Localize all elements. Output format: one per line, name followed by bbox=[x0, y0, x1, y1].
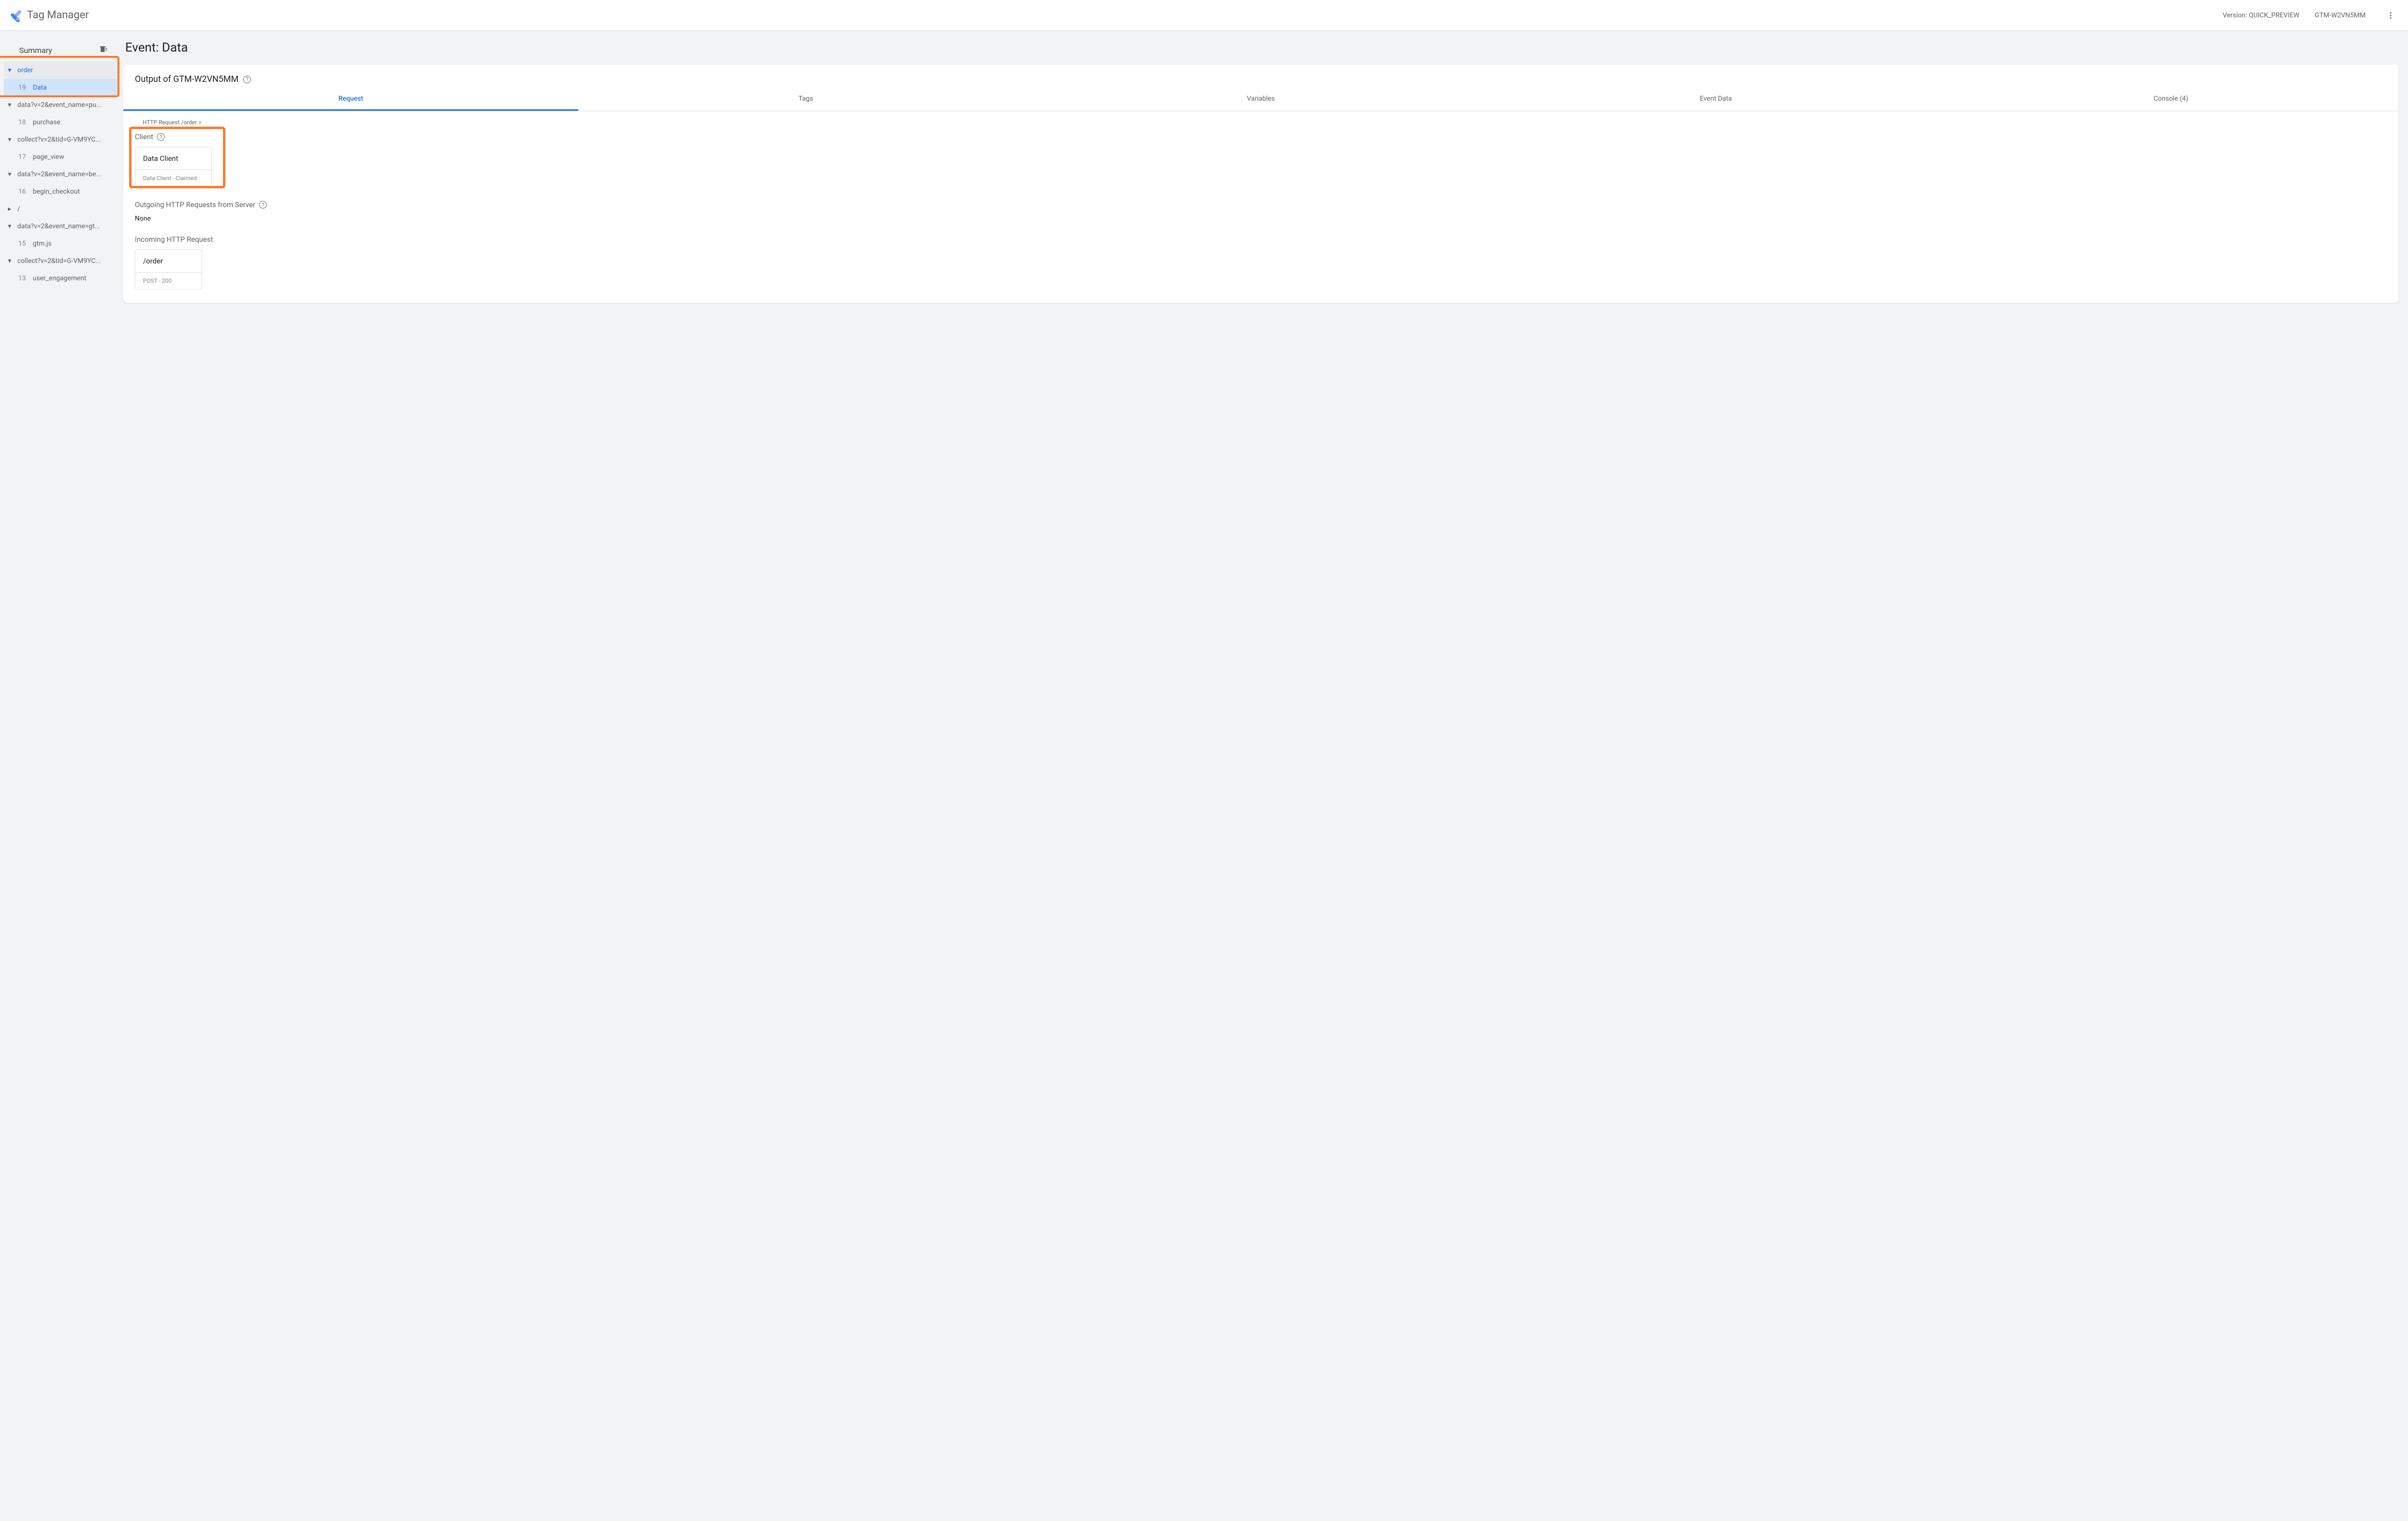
logo-wrap: Tag Manager bbox=[8, 9, 89, 22]
tree-child-num: 19 bbox=[18, 84, 28, 92]
tree-child[interactable]: 15 gtm.js bbox=[4, 235, 119, 252]
tree-parent-label: data?v=2&event_name=be... bbox=[17, 170, 102, 178]
tree-parent-label: data?v=2&event_name=pu... bbox=[17, 101, 102, 109]
tab-request[interactable]: Request bbox=[123, 88, 578, 111]
tree-child[interactable]: 16 begin_checkout bbox=[4, 183, 119, 200]
incoming-path: /order bbox=[135, 250, 202, 272]
container-id: GTM-W2VN5MM bbox=[2315, 12, 2366, 19]
caret-icon: ▸ bbox=[7, 205, 13, 213]
tree-child-num: 17 bbox=[18, 153, 28, 161]
caret-icon: ▾ bbox=[7, 257, 13, 265]
tree-child-num: 16 bbox=[18, 188, 28, 196]
caret-icon: ▾ bbox=[7, 66, 13, 74]
app-title: Tag Manager bbox=[27, 9, 89, 21]
client-card-status: Data Client - Claimed bbox=[135, 170, 211, 186]
event-title: Event: Data bbox=[125, 40, 2398, 55]
main-content: Event: Data Output of GTM-W2VN5MM ? Requ… bbox=[123, 31, 2408, 313]
caret-icon: ▾ bbox=[7, 223, 13, 230]
tree-parent-label: data?v=2&event_name=gt... bbox=[17, 223, 100, 230]
tab-tags[interactable]: Tags bbox=[578, 88, 1034, 111]
tree-parent[interactable]: ▾ data?v=2&event_name=be... bbox=[4, 166, 119, 183]
tree-child-label: page_view bbox=[33, 153, 64, 161]
summary-label: Summary bbox=[19, 46, 52, 55]
tree-parent-label: order bbox=[17, 66, 33, 74]
tree-child-label: begin_checkout bbox=[33, 188, 80, 196]
request-breadcrumb[interactable]: HTTP Request /order > bbox=[135, 119, 2387, 132]
outgoing-section-title: Outgoing HTTP Requests from Server bbox=[135, 200, 255, 209]
output-title: Output of GTM-W2VN5MM bbox=[135, 74, 238, 84]
output-card: Output of GTM-W2VN5MM ? Request Tags Var… bbox=[123, 65, 2398, 303]
tree-parent[interactable]: ▾ data?v=2&event_name=gt... bbox=[4, 218, 119, 235]
tree-parent[interactable]: ▾ data?v=2&event_name=pu... bbox=[4, 96, 119, 114]
version-label: Version: QUICK_PREVIEW bbox=[2223, 12, 2299, 19]
clear-events-icon[interactable] bbox=[98, 44, 108, 56]
client-card-title: Data Client bbox=[135, 147, 211, 170]
tree-parent[interactable]: ▾ collect?v=2&tid=G-VM9YC... bbox=[4, 252, 119, 270]
header-right: Version: QUICK_PREVIEW GTM-W2VN5MM bbox=[2223, 6, 2400, 25]
client-card[interactable]: Data Client Data Client - Claimed bbox=[135, 147, 212, 187]
client-section-title: Client bbox=[135, 132, 153, 141]
caret-icon: ▾ bbox=[7, 136, 13, 144]
incoming-request-card[interactable]: /order POST - 200 bbox=[135, 249, 202, 289]
sidebar-summary-row[interactable]: Summary bbox=[4, 39, 119, 62]
help-icon[interactable]: ? bbox=[157, 133, 165, 141]
tree-child-label: purchase bbox=[33, 118, 61, 126]
tree-parent-label: collect?v=2&tid=G-VM9YC... bbox=[17, 136, 101, 144]
tab-event-data[interactable]: Event Data bbox=[1488, 88, 1943, 111]
sidebar: Summary ▾ order 19 Data ▾ data?v=2&event_name… bbox=[0, 31, 123, 313]
tree-parent[interactable]: ▾ order bbox=[4, 62, 119, 79]
caret-icon: ▾ bbox=[7, 170, 13, 178]
tabs: Request Tags Variables Event Data Consol… bbox=[123, 88, 2398, 111]
tab-variables[interactable]: Variables bbox=[1034, 88, 1489, 111]
more-menu-button[interactable] bbox=[2381, 6, 2400, 25]
tree-child-label: Data bbox=[33, 84, 47, 92]
tag-manager-logo-icon bbox=[8, 9, 21, 22]
tree-child-label: gtm.js bbox=[33, 240, 52, 248]
tree-child[interactable]: 13 user_engagement bbox=[4, 270, 119, 287]
tree-child-num: 18 bbox=[18, 118, 28, 126]
help-icon[interactable]: ? bbox=[259, 201, 267, 209]
caret-icon: ▾ bbox=[7, 101, 13, 109]
tree-child-num: 15 bbox=[18, 240, 28, 248]
more-vert-icon bbox=[2386, 11, 2395, 20]
tree-child[interactable]: 19 Data bbox=[4, 79, 119, 96]
event-tree: ▾ order 19 Data ▾ data?v=2&event_name=pu... 18… bbox=[4, 62, 119, 287]
app-header: Tag Manager Version: QUICK_PREVIEW GTM-W… bbox=[0, 0, 2408, 31]
tree-parent[interactable]: ▸/ bbox=[4, 200, 119, 218]
tree-child[interactable]: 18 purchase bbox=[4, 114, 119, 131]
tree-parent-label: / bbox=[17, 205, 20, 213]
tree-child-num: 13 bbox=[18, 275, 28, 282]
outgoing-none: None bbox=[135, 215, 2387, 223]
tree-child[interactable]: 17 page_view bbox=[4, 148, 119, 166]
incoming-status: POST - 200 bbox=[135, 272, 202, 289]
tree-parent[interactable]: ▾ collect?v=2&tid=G-VM9YC... bbox=[4, 131, 119, 148]
help-icon[interactable]: ? bbox=[243, 76, 251, 83]
incoming-section-title: Incoming HTTP Request bbox=[135, 235, 213, 244]
tree-parent-label: collect?v=2&tid=G-VM9YC... bbox=[17, 257, 101, 265]
tree-child-label: user_engagement bbox=[33, 275, 86, 282]
tab-console[interactable]: Console (4) bbox=[1943, 88, 2398, 111]
